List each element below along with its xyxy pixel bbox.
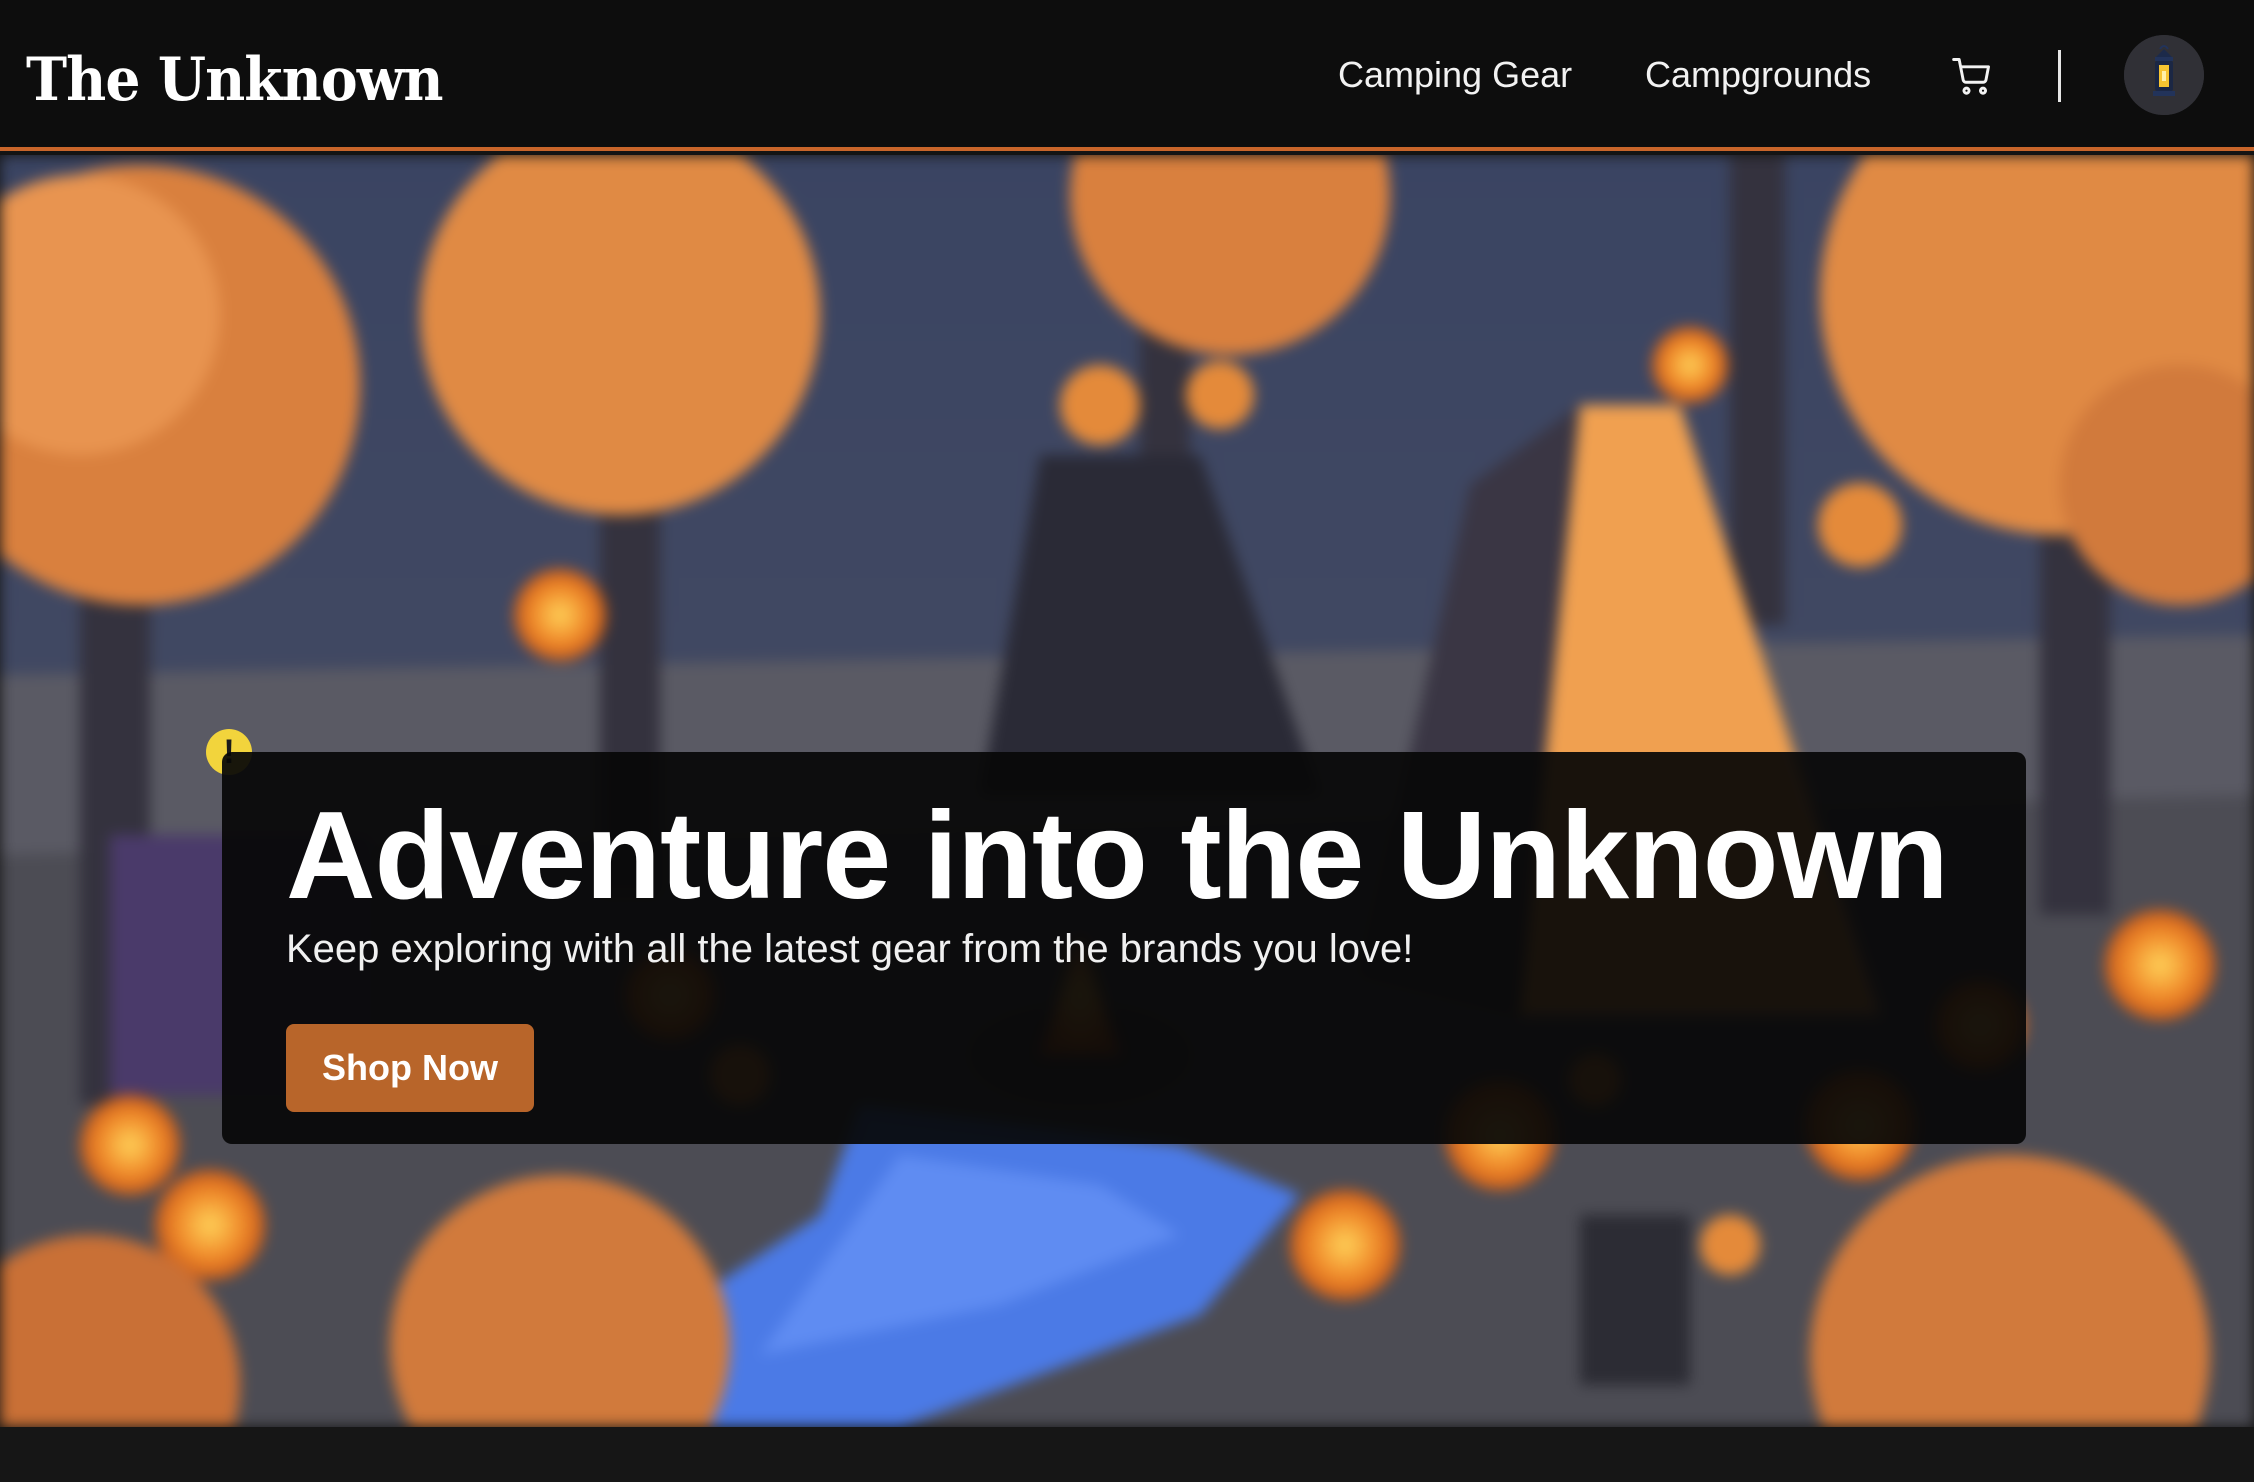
hero-card: Adventure into the Unknown Keep explorin… bbox=[222, 752, 2026, 1144]
hero-subtitle: Keep exploring with all the latest gear … bbox=[286, 927, 1414, 971]
page-footer-edge bbox=[0, 1427, 2254, 1482]
user-avatar[interactable] bbox=[2124, 35, 2204, 115]
site-header: The Unknown Camping Gear Campgrounds bbox=[0, 0, 2254, 151]
hero-title: Adventure into the Unknown bbox=[286, 787, 1949, 925]
nav-campgrounds[interactable]: Campgrounds bbox=[1645, 50, 1871, 100]
header-divider bbox=[2058, 50, 2061, 102]
lantern-icon bbox=[2124, 35, 2204, 115]
hero-banner: ! Adventure into the Unknown Keep explor… bbox=[0, 155, 2254, 1427]
shop-now-button[interactable]: Shop Now bbox=[286, 1024, 534, 1112]
brand-logo[interactable]: The Unknown bbox=[26, 40, 443, 120]
nav-camping-gear[interactable]: Camping Gear bbox=[1338, 50, 1572, 100]
cart-icon[interactable] bbox=[1950, 54, 1994, 98]
